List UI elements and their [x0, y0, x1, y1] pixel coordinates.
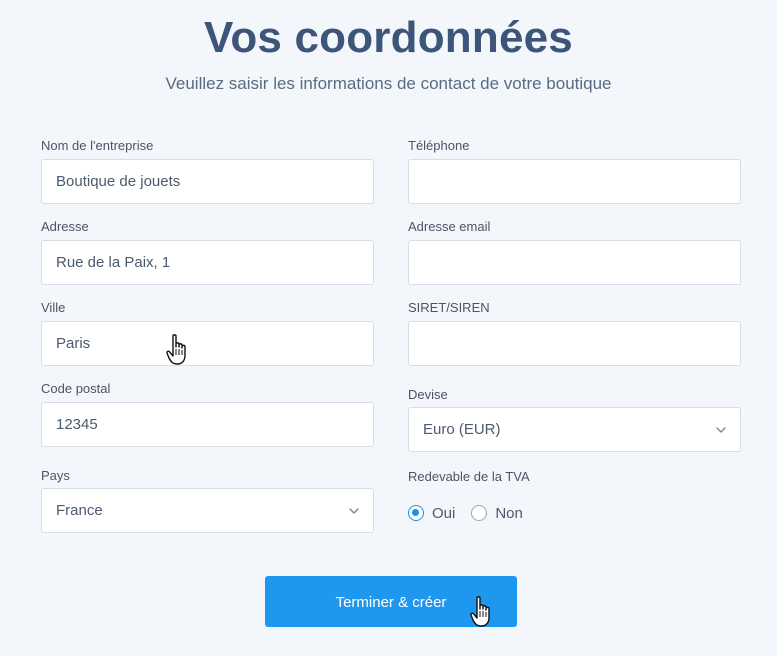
- address-field[interactable]: [41, 240, 374, 285]
- vat-radio-group: Oui Non: [408, 502, 539, 524]
- email-field[interactable]: [408, 240, 741, 285]
- submit-button[interactable]: Terminer & créer: [265, 576, 517, 627]
- vat-radio-oui[interactable]: [408, 505, 424, 521]
- postal-code-label: Code postal: [41, 381, 111, 396]
- city-field[interactable]: [41, 321, 374, 366]
- currency-select-value: Euro (EUR): [423, 421, 501, 438]
- country-select[interactable]: France: [41, 488, 374, 533]
- siret-field[interactable]: [408, 321, 741, 366]
- vat-label: Redevable de la TVA: [408, 469, 530, 484]
- country-label: Pays: [41, 468, 70, 483]
- country-select-value: France: [56, 502, 103, 519]
- vat-radio-non[interactable]: [471, 505, 488, 521]
- vat-option-non[interactable]: Non: [471, 505, 523, 522]
- chevron-down-icon: [349, 508, 359, 514]
- company-label: Nom de l'entreprise: [41, 138, 154, 153]
- vat-option-oui[interactable]: Oui: [408, 505, 455, 522]
- postal-code-field[interactable]: [41, 402, 374, 447]
- chevron-down-icon: [716, 427, 726, 433]
- vat-radio-non-label: Non: [495, 504, 523, 522]
- currency-label: Devise: [408, 387, 448, 402]
- city-label: Ville: [41, 300, 66, 315]
- email-label: Adresse email: [408, 219, 491, 234]
- currency-select[interactable]: Euro (EUR): [408, 407, 741, 452]
- siret-label: SIRET/SIREN: [408, 300, 490, 315]
- company-field[interactable]: [41, 159, 374, 204]
- phone-label: Téléphone: [408, 138, 470, 153]
- page-subtitle: Veuillez saisir les informations de cont…: [165, 74, 612, 93]
- phone-field[interactable]: [408, 159, 741, 204]
- address-label: Adresse: [41, 219, 89, 234]
- vat-radio-oui-label: Oui: [432, 504, 456, 522]
- page-title: Vos coordonnées: [204, 13, 573, 62]
